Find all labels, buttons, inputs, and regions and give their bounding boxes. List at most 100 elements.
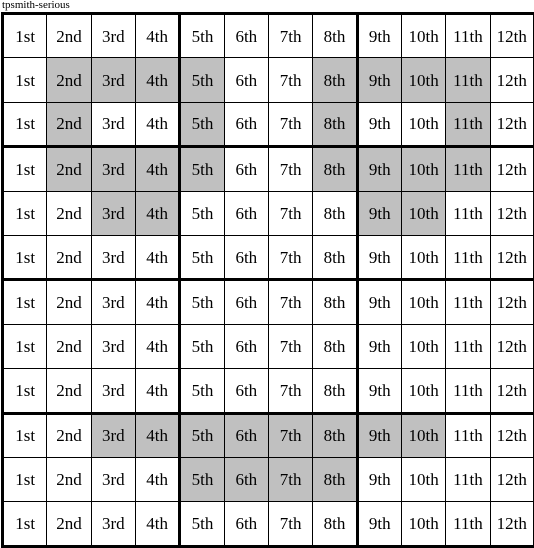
grid-cell[interactable]: 2nd xyxy=(47,280,91,324)
grid-cell[interactable]: 4th xyxy=(135,102,179,146)
grid-cell[interactable]: 5th xyxy=(180,235,224,279)
grid-cell[interactable]: 11th xyxy=(446,235,490,279)
grid-cell[interactable]: 8th xyxy=(313,147,357,191)
grid-cell[interactable]: 11th xyxy=(446,191,490,235)
grid-cell[interactable]: 11th xyxy=(446,457,490,501)
grid-cell[interactable]: 8th xyxy=(313,191,357,235)
grid-cell[interactable]: 1st xyxy=(3,147,47,191)
grid-cell[interactable]: 10th xyxy=(401,58,445,102)
grid-cell[interactable]: 3rd xyxy=(91,191,135,235)
grid-cell[interactable]: 5th xyxy=(180,191,224,235)
grid-cell[interactable]: 3rd xyxy=(91,147,135,191)
grid-cell[interactable]: 8th xyxy=(313,14,357,58)
grid-cell[interactable]: 3rd xyxy=(91,369,135,413)
grid-cell[interactable]: 11th xyxy=(446,502,490,546)
grid-cell[interactable]: 6th xyxy=(224,324,268,368)
grid-cell[interactable]: 10th xyxy=(401,280,445,324)
grid-cell[interactable]: 3rd xyxy=(91,102,135,146)
grid-cell[interactable]: 8th xyxy=(313,58,357,102)
grid-cell[interactable]: 1st xyxy=(3,369,47,413)
grid-cell[interactable]: 5th xyxy=(180,102,224,146)
grid-cell[interactable]: 7th xyxy=(268,457,312,501)
grid-cell[interactable]: 2nd xyxy=(47,14,91,58)
grid-cell[interactable]: 10th xyxy=(401,413,445,457)
grid-cell[interactable]: 12th xyxy=(490,280,534,324)
grid-cell[interactable]: 11th xyxy=(446,280,490,324)
grid-cell[interactable]: 5th xyxy=(180,58,224,102)
grid-cell[interactable]: 11th xyxy=(446,369,490,413)
grid-cell[interactable]: 1st xyxy=(3,502,47,546)
grid-cell[interactable]: 7th xyxy=(268,280,312,324)
grid-cell[interactable]: 4th xyxy=(135,369,179,413)
grid-cell[interactable]: 7th xyxy=(268,324,312,368)
grid-cell[interactable]: 6th xyxy=(224,14,268,58)
grid-cell[interactable]: 11th xyxy=(446,102,490,146)
grid-cell[interactable]: 4th xyxy=(135,235,179,279)
grid-cell[interactable]: 10th xyxy=(401,457,445,501)
grid-cell[interactable]: 8th xyxy=(313,369,357,413)
grid-cell[interactable]: 2nd xyxy=(47,413,91,457)
grid-cell[interactable]: 10th xyxy=(401,102,445,146)
grid-cell[interactable]: 6th xyxy=(224,369,268,413)
grid-cell[interactable]: 2nd xyxy=(47,147,91,191)
grid-cell[interactable]: 9th xyxy=(357,457,401,501)
grid-cell[interactable]: 4th xyxy=(135,280,179,324)
grid-cell[interactable]: 6th xyxy=(224,235,268,279)
grid-cell[interactable]: 11th xyxy=(446,147,490,191)
grid-cell[interactable]: 3rd xyxy=(91,324,135,368)
grid-cell[interactable]: 8th xyxy=(313,457,357,501)
grid-cell[interactable]: 4th xyxy=(135,58,179,102)
grid-cell[interactable]: 1st xyxy=(3,324,47,368)
grid-cell[interactable]: 3rd xyxy=(91,502,135,546)
grid-cell[interactable]: 12th xyxy=(490,324,534,368)
grid-cell[interactable]: 6th xyxy=(224,413,268,457)
grid-cell[interactable]: 3rd xyxy=(91,58,135,102)
grid-cell[interactable]: 10th xyxy=(401,324,445,368)
grid-cell[interactable]: 5th xyxy=(180,280,224,324)
grid-cell[interactable]: 12th xyxy=(490,58,534,102)
grid-cell[interactable]: 4th xyxy=(135,457,179,501)
grid-cell[interactable]: 8th xyxy=(313,324,357,368)
grid-cell[interactable]: 2nd xyxy=(47,502,91,546)
grid-cell[interactable]: 9th xyxy=(357,369,401,413)
grid-cell[interactable]: 9th xyxy=(357,413,401,457)
grid-cell[interactable]: 6th xyxy=(224,102,268,146)
grid-cell[interactable]: 6th xyxy=(224,58,268,102)
grid-cell[interactable]: 12th xyxy=(490,14,534,58)
grid-cell[interactable]: 2nd xyxy=(47,369,91,413)
grid-cell[interactable]: 7th xyxy=(268,14,312,58)
grid-cell[interactable]: 1st xyxy=(3,14,47,58)
grid-cell[interactable]: 9th xyxy=(357,102,401,146)
grid-cell[interactable]: 5th xyxy=(180,324,224,368)
grid-cell[interactable]: 7th xyxy=(268,413,312,457)
grid-cell[interactable]: 7th xyxy=(268,369,312,413)
grid-cell[interactable]: 4th xyxy=(135,191,179,235)
grid-cell[interactable]: 4th xyxy=(135,14,179,58)
grid-cell[interactable]: 9th xyxy=(357,147,401,191)
grid-cell[interactable]: 9th xyxy=(357,324,401,368)
grid-cell[interactable]: 8th xyxy=(313,280,357,324)
grid-cell[interactable]: 7th xyxy=(268,102,312,146)
grid-cell[interactable]: 7th xyxy=(268,191,312,235)
grid-cell[interactable]: 3rd xyxy=(91,413,135,457)
grid-cell[interactable]: 11th xyxy=(446,58,490,102)
grid-cell[interactable]: 3rd xyxy=(91,235,135,279)
grid-cell[interactable]: 10th xyxy=(401,147,445,191)
grid-cell[interactable]: 12th xyxy=(490,457,534,501)
grid-cell[interactable]: 3rd xyxy=(91,14,135,58)
grid-cell[interactable]: 1st xyxy=(3,191,47,235)
grid-cell[interactable]: 8th xyxy=(313,102,357,146)
grid-cell[interactable]: 12th xyxy=(490,191,534,235)
grid-cell[interactable]: 10th xyxy=(401,369,445,413)
grid-cell[interactable]: 11th xyxy=(446,413,490,457)
grid-cell[interactable]: 11th xyxy=(446,14,490,58)
grid-cell[interactable]: 2nd xyxy=(47,191,91,235)
grid-cell[interactable]: 1st xyxy=(3,235,47,279)
grid-cell[interactable]: 9th xyxy=(357,14,401,58)
grid-cell[interactable]: 1st xyxy=(3,102,47,146)
grid-cell[interactable]: 7th xyxy=(268,502,312,546)
grid-cell[interactable]: 4th xyxy=(135,324,179,368)
grid-cell[interactable]: 4th xyxy=(135,502,179,546)
grid-cell[interactable]: 2nd xyxy=(47,58,91,102)
grid-cell[interactable]: 9th xyxy=(357,280,401,324)
